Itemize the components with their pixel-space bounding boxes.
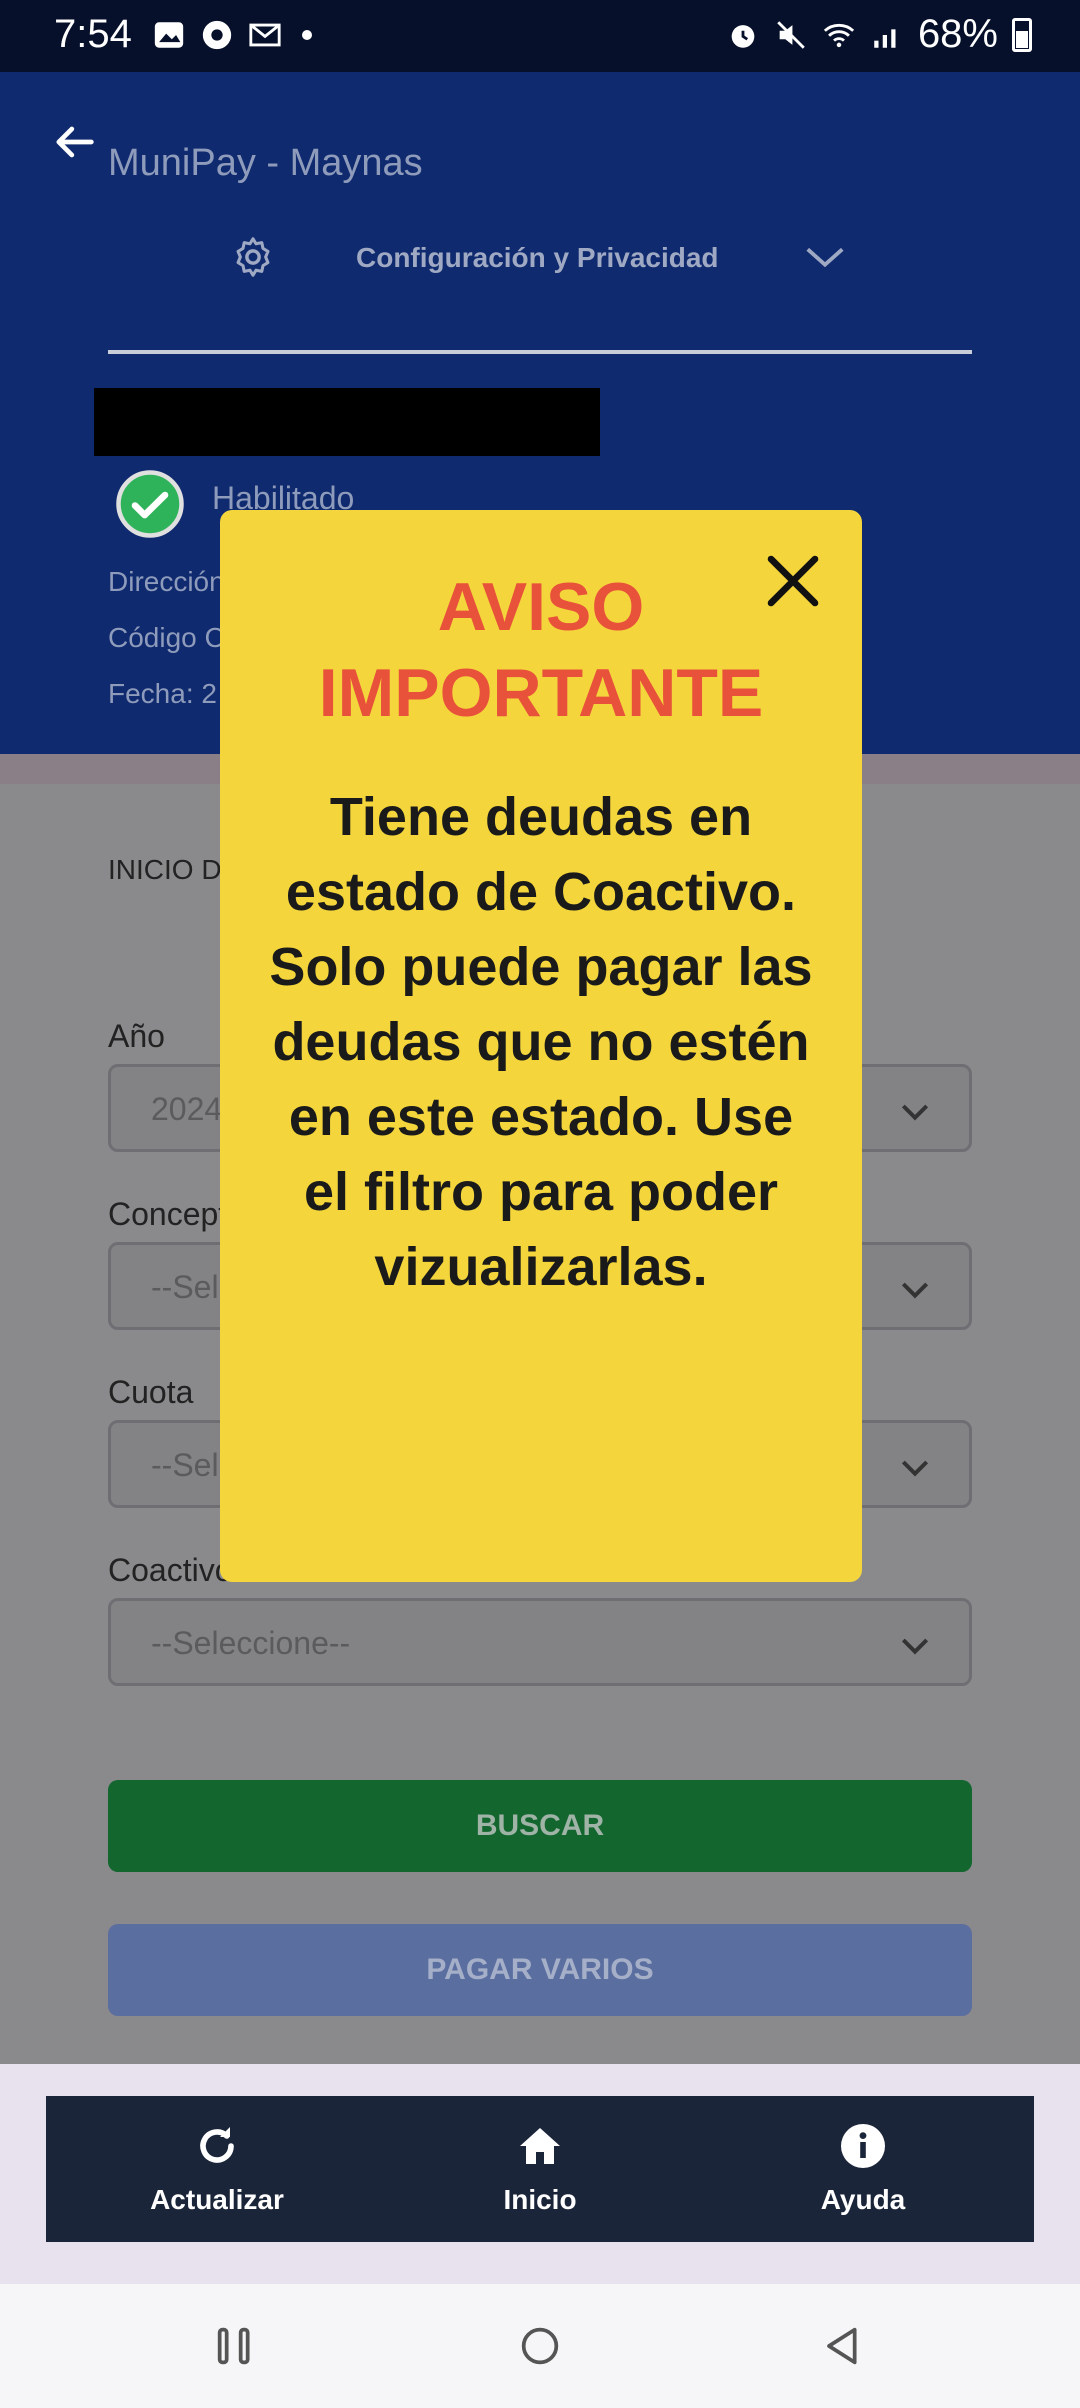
modal-message: Tiene deudas en estado de Coactivo. Solo… — [269, 787, 813, 1297]
search-button[interactable]: BUSCAR — [108, 1780, 972, 1872]
refresh-icon — [200, 2127, 234, 2163]
gear-icon — [236, 237, 270, 277]
gmail-icon — [249, 23, 281, 47]
chevron-down-icon — [901, 1104, 929, 1121]
important-notice-modal: AVISO IMPORTANTE Tiene deudas en estado … — [220, 510, 862, 1582]
nav-help-label: Ayuda — [820, 2184, 906, 2215]
chevron-down-icon — [901, 1282, 929, 1299]
info-icon — [841, 2124, 885, 2168]
gallery-icon — [154, 22, 184, 48]
battery-percent: 68% — [917, 12, 998, 56]
recent-apps-icon[interactable] — [208, 2318, 264, 2374]
date-line: Fecha: 2 — [108, 678, 217, 709]
battery-icon — [1012, 17, 1032, 52]
nav-home-label: Inicio — [503, 2184, 577, 2215]
signal-icon — [874, 28, 896, 48]
coactive-label: Coactivo — [108, 1552, 233, 1588]
chevron-down-icon — [901, 1638, 929, 1655]
address-line: Dirección: — [108, 566, 233, 597]
nav-help[interactable]: Ayuda — [753, 2122, 973, 2216]
chevron-down-icon — [901, 1460, 929, 1477]
coactive-select[interactable]: --Seleccione-- — [108, 1598, 972, 1686]
nav-refresh-label: Actualizar — [150, 2184, 284, 2215]
year-select-value: 2024 — [151, 1091, 223, 1127]
notification-icons — [152, 18, 312, 52]
more-notifications-dot — [302, 30, 312, 40]
system-status-icons: 68% — [726, 12, 1032, 57]
chrome-icon — [202, 20, 232, 50]
settings-dropdown[interactable]: Configuración y Privacidad — [230, 234, 850, 284]
wifi-icon — [823, 23, 855, 47]
back-arrow-icon[interactable] — [48, 116, 100, 168]
check-circle-icon — [116, 470, 184, 538]
chevron-down-icon — [806, 247, 844, 268]
redacted-name — [94, 388, 600, 456]
home-icon — [520, 2128, 560, 2164]
pay-multiple-button[interactable]: PAGAR VARIOS — [108, 1924, 972, 2016]
settings-label: Configuración y Privacidad — [356, 242, 719, 273]
system-nav-bar — [0, 2284, 1080, 2408]
home-button-icon[interactable] — [512, 2318, 568, 2374]
header-divider — [108, 350, 972, 354]
mute-icon — [777, 20, 805, 49]
year-label: Año — [108, 1018, 165, 1054]
nav-refresh[interactable]: Actualizar — [107, 2122, 327, 2216]
modal-title: AVISO IMPORTANTE — [318, 569, 764, 731]
back-button-icon[interactable] — [815, 2318, 871, 2374]
coactive-select-value: --Seleccione-- — [151, 1625, 351, 1661]
status-time: 7:54 — [54, 12, 132, 56]
installment-label: Cuota — [108, 1374, 194, 1410]
bottom-nav: Actualizar Inicio Ayuda — [46, 2096, 1034, 2242]
nav-home[interactable]: Inicio — [430, 2122, 650, 2216]
status-bar: 7:54 68% — [0, 0, 1080, 72]
alarm-icon — [731, 24, 755, 48]
app-title: MuniPay - Maynas — [108, 142, 423, 184]
bottom-nav-container: Actualizar Inicio Ayuda — [0, 2064, 1080, 2284]
